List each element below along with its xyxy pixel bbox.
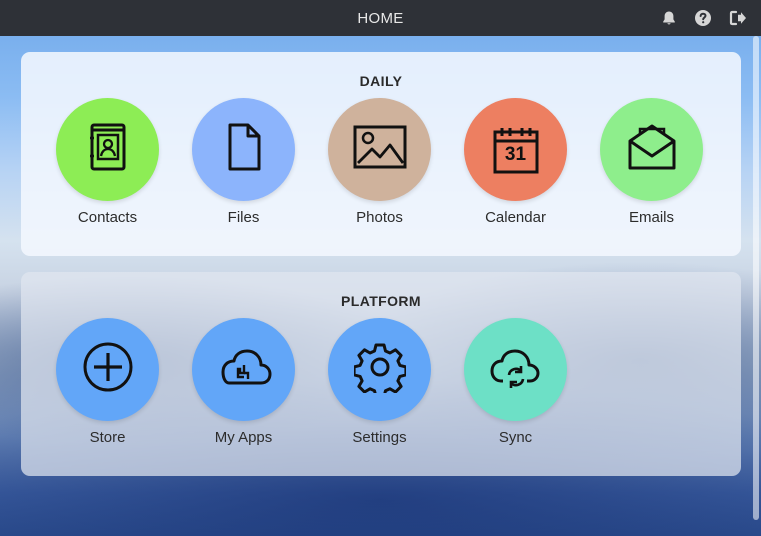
app-label: My Apps (214, 429, 273, 446)
app-label: Photos (356, 209, 403, 226)
app-icon-circle (56, 98, 159, 201)
section-title: PLATFORM (341, 293, 421, 309)
app-icon-circle (192, 98, 295, 201)
app-label: Emails (628, 209, 674, 226)
app-icon-circle (56, 318, 159, 421)
app-icon-circle: 31 (464, 98, 567, 201)
app-label: Files (227, 209, 260, 226)
app-label: Contacts (77, 209, 138, 226)
app-icon-circle (192, 318, 295, 421)
bell-icon[interactable] (661, 10, 677, 26)
section-platform: PLATFORM Store My Apps Settings Sync (21, 272, 741, 476)
app-tile-emails[interactable]: Emails (600, 98, 703, 226)
app-icon-circle (464, 318, 567, 421)
app-icon-circle (328, 318, 431, 421)
app-icon-circle (600, 98, 703, 201)
top-bar: HOME (0, 0, 761, 36)
section-daily: DAILY Contacts Files Photos 31 Calendar … (21, 52, 741, 256)
calendar-icon: 31 (490, 124, 542, 176)
app-tile-calendar[interactable]: 31 Calendar (464, 98, 567, 226)
gear-icon (352, 341, 407, 399)
cloud-sync-icon (487, 341, 545, 398)
app-label: Store (89, 429, 126, 446)
file-icon (218, 121, 270, 178)
app-label: Settings (352, 429, 407, 446)
image-icon (352, 121, 408, 178)
app-tile-settings[interactable]: Settings (328, 318, 431, 446)
page-title: HOME (357, 9, 404, 27)
app-tile-contacts[interactable]: Contacts (56, 98, 159, 226)
calendar-day-badge: 31 (504, 143, 527, 165)
app-tile-my-apps[interactable]: My Apps (192, 318, 295, 446)
plus-circle-icon (82, 341, 134, 398)
scrollbar[interactable] (753, 36, 759, 520)
help-icon[interactable] (694, 9, 712, 27)
app-label: Calendar (485, 209, 546, 226)
topbar-actions (661, 0, 747, 36)
app-tile-store[interactable]: Store (56, 318, 159, 446)
app-icon-circle (328, 98, 431, 201)
contacts-book-icon (82, 121, 134, 178)
envelope-icon (626, 121, 678, 178)
app-tile-sync[interactable]: Sync (464, 318, 567, 446)
app-tile-files[interactable]: Files (192, 98, 295, 226)
cloud-apps-icon (215, 341, 273, 398)
logout-icon[interactable] (729, 10, 747, 26)
app-label: Sync (498, 429, 533, 446)
app-tile-photos[interactable]: Photos (328, 98, 431, 226)
section-title: DAILY (359, 73, 403, 89)
